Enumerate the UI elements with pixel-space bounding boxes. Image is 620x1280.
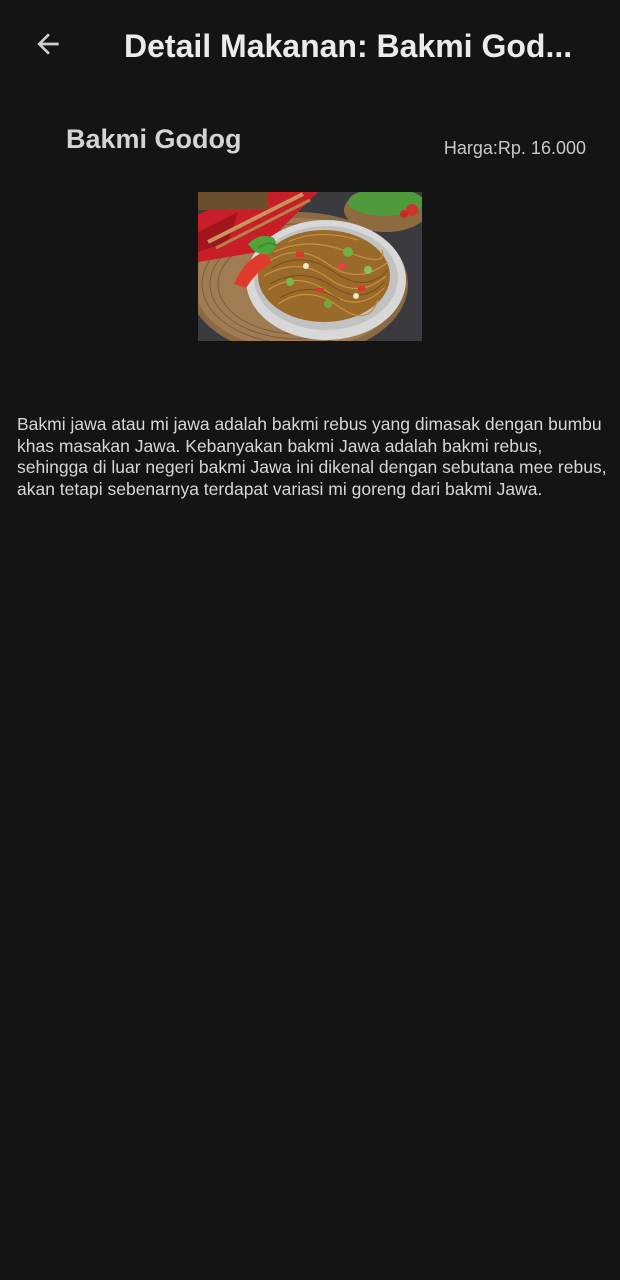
noodle-dish-photo <box>198 192 422 341</box>
food-name: Bakmi Godog <box>66 124 242 154</box>
price-label: Harga: <box>443 138 498 158</box>
app-bar: Detail Makanan: Bakmi God... <box>0 0 620 94</box>
food-description: Bakmi jawa atau mi jawa adalah bakmi reb… <box>17 414 607 499</box>
back-button[interactable] <box>24 22 72 70</box>
price-value: Rp. 16.000 <box>497 138 586 158</box>
page-title: Detail Makanan: Bakmi God... <box>124 28 573 64</box>
price-row: Harga:Rp. 16.000 <box>444 136 586 160</box>
arrow-left-icon <box>32 28 64 65</box>
food-image <box>198 192 422 341</box>
